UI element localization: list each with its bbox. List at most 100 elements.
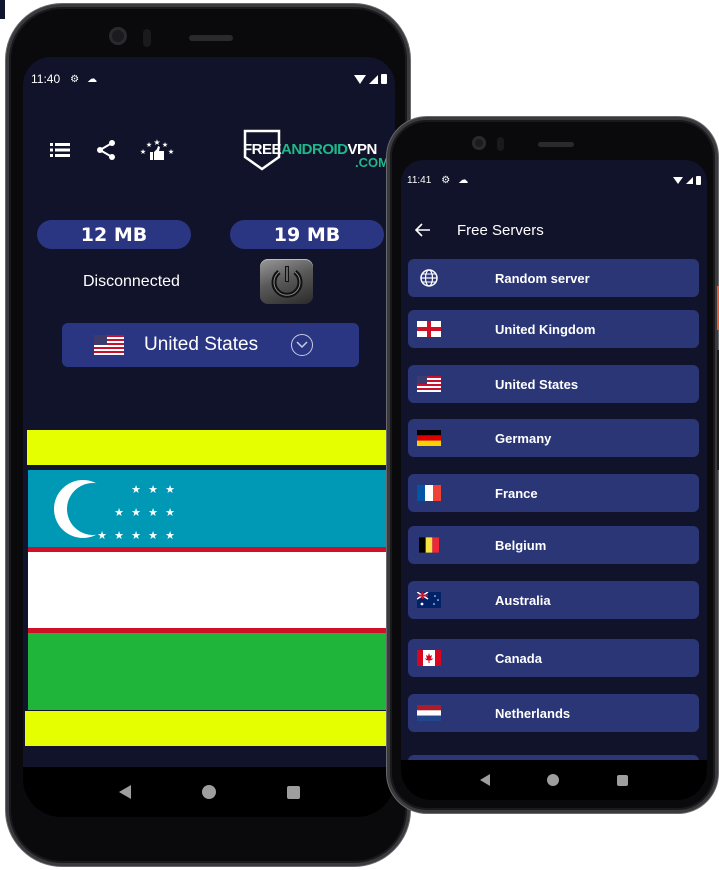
server-label: United Kingdom (495, 321, 596, 337)
be-flag-icon (416, 536, 441, 554)
upload-usage: 19 MB (230, 220, 384, 249)
nav-home-icon[interactable] (547, 774, 560, 786)
nav-bar (401, 760, 707, 800)
gb-flag-icon (416, 320, 441, 338)
server-item-france[interactable]: France (408, 474, 699, 512)
svg-text:★: ★ (131, 507, 141, 519)
ca-flag-icon (416, 649, 441, 667)
svg-text:★: ★ (165, 530, 175, 542)
au-flag-icon (416, 591, 441, 609)
selected-country-label: United States (144, 334, 259, 355)
server-item-australia[interactable]: Australia (408, 581, 699, 619)
status-time: 11:41 (407, 174, 432, 186)
download-usage: 12 MB (37, 220, 191, 249)
svg-text:★: ★ (114, 530, 124, 542)
svg-text:★: ★ (146, 141, 152, 149)
svg-text:★: ★ (140, 148, 146, 156)
svg-text:★: ★ (131, 484, 141, 496)
cloud-icon: ☁ (458, 174, 469, 186)
server-label: Belgium (495, 537, 547, 553)
status-bar: 11:40 ⚙ ☁ (23, 71, 395, 87)
sensor (143, 29, 151, 47)
country-selector[interactable]: United States (62, 323, 359, 367)
wifi-icon (354, 74, 366, 84)
nav-back-icon[interactable] (479, 774, 490, 786)
share-icon[interactable] (93, 139, 119, 161)
svg-text:★: ★ (97, 530, 107, 542)
svg-text:★: ★ (168, 148, 174, 156)
svg-text:★: ★ (148, 484, 158, 496)
main-screen: 11:40 ⚙ ☁ ★★★★★ FREEANDROIDVPN .COM (23, 57, 395, 817)
server-item-netherlands[interactable]: Netherlands (408, 694, 699, 732)
servers-screen: 11:41 ⚙ ☁ Free Servers Random server Uni… (401, 160, 707, 800)
server-item-canada[interactable]: Canada (408, 639, 699, 677)
signal-icon (686, 176, 693, 184)
page-title: Free Servers (457, 221, 544, 239)
sensor (497, 137, 504, 151)
server-label: United States (495, 376, 579, 392)
de-flag-icon (416, 429, 441, 447)
crescent-stars-icon: ★ ★ ★ ★ ★ ★ ★ ★ ★ ★ ★ ★ (54, 480, 175, 542)
server-list-icon[interactable] (47, 139, 73, 161)
connect-button[interactable] (260, 259, 313, 304)
nav-recents-icon[interactable] (617, 774, 629, 786)
svg-text:★: ★ (153, 138, 160, 147)
server-label: Canada (495, 650, 542, 666)
nav-back-icon[interactable] (118, 785, 131, 799)
server-label: Netherlands (495, 705, 571, 721)
server-label: Random server (495, 270, 590, 286)
server-label: Australia (495, 592, 551, 608)
us-flag-icon (94, 335, 124, 355)
nav-home-icon[interactable] (201, 785, 216, 799)
svg-text:★: ★ (165, 507, 175, 519)
logo-dotcom: .COM (355, 155, 389, 170)
nav-bar (23, 767, 395, 817)
logo-android: ANDROID (281, 141, 348, 158)
svg-text:★: ★ (165, 484, 175, 496)
uzbekistan-flag-ad[interactable]: ★ ★ ★ ★ ★ ★ ★ ★ ★ ★ ★ ★ (28, 470, 388, 710)
svg-text:★: ★ (148, 507, 158, 519)
svg-text:★: ★ (131, 530, 141, 542)
rate-icon[interactable]: ★ ★ ★ ★ ★ (139, 138, 175, 161)
cloud-icon: ☁ (87, 73, 98, 85)
status-bar: 11:41 ⚙ ☁ (401, 173, 707, 187)
gear-icon: ⚙ (70, 73, 80, 85)
server-item-belgium[interactable]: Belgium (408, 526, 699, 564)
server-label: Germany (495, 430, 552, 446)
ad-banner-bottom[interactable] (25, 711, 387, 746)
flag-green-band (28, 633, 388, 710)
battery-icon (696, 175, 701, 185)
battery-icon (381, 74, 387, 84)
logo-free: FREE (243, 141, 282, 158)
server-item-united-kingdom[interactable]: United Kingdom (408, 310, 699, 348)
fr-flag-icon (416, 484, 441, 502)
svg-text:★: ★ (114, 507, 124, 519)
nl-flag-icon (416, 704, 441, 722)
app-logo: FREEANDROIDVPN .COM (239, 127, 395, 175)
svg-text:★: ★ (162, 141, 168, 149)
us-flag-icon (416, 375, 441, 393)
phone-main: 11:40 ⚙ ☁ ★★★★★ FREEANDROIDVPN .COM (6, 4, 410, 866)
earpiece-speaker (189, 35, 233, 41)
status-time: 11:40 (31, 72, 61, 86)
server-item-random[interactable]: Random server (408, 259, 699, 297)
chevron-down-icon (291, 334, 313, 356)
globe-icon (416, 269, 441, 287)
power-icon (271, 265, 302, 298)
earpiece-speaker (538, 142, 574, 147)
corner-mark (0, 0, 5, 19)
ad-banner-top[interactable] (27, 430, 389, 465)
phone-servers: 11:41 ⚙ ☁ Free Servers Random server Uni… (387, 117, 719, 813)
servers-header: Free Servers (401, 218, 707, 242)
svg-text:★: ★ (148, 530, 158, 542)
signal-icon (369, 74, 378, 84)
front-camera (109, 27, 127, 45)
wifi-icon (673, 176, 683, 184)
server-item-united-states[interactable]: United States (408, 365, 699, 403)
back-arrow-icon[interactable] (415, 220, 435, 240)
toolbar: ★ ★ ★ ★ ★ (47, 138, 175, 161)
server-item-germany[interactable]: Germany (408, 419, 699, 457)
connection-status: Disconnected (83, 273, 180, 290)
front-camera (472, 136, 486, 150)
nav-recents-icon[interactable] (286, 785, 300, 799)
